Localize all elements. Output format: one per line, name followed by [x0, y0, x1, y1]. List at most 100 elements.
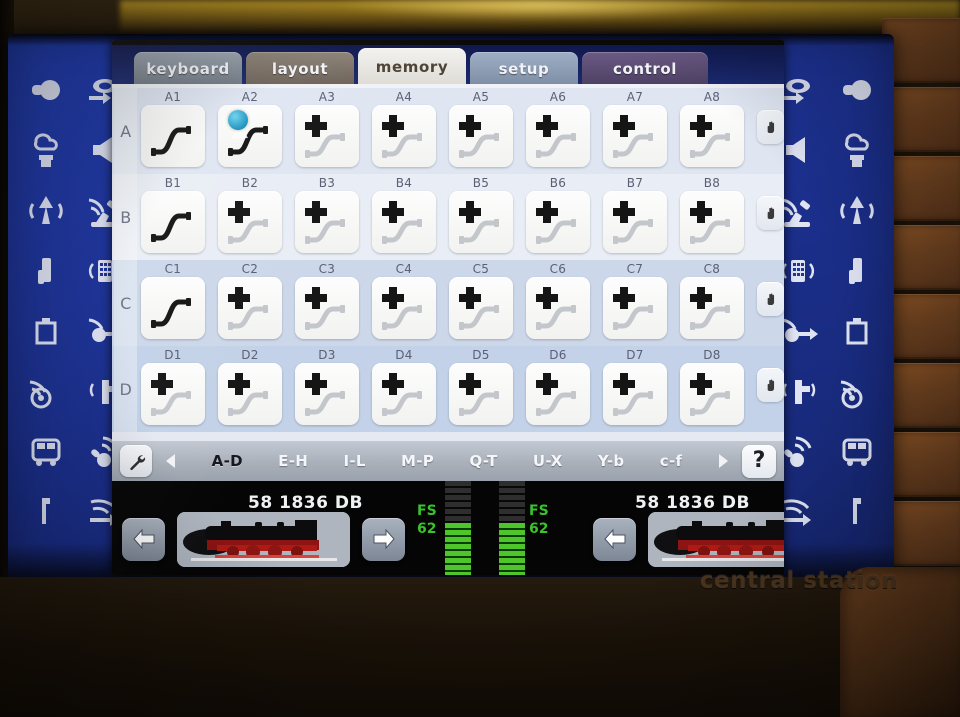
memory-cell-d6[interactable] — [525, 363, 590, 425]
telex-coupler-icon[interactable] — [26, 250, 66, 290]
turnout-curved-light-plus-icon — [227, 201, 268, 244]
row-cells: C1 C2 C3 C4 C5 C6 C7 C8 — [137, 260, 747, 339]
page-range-m-p[interactable]: M-P — [401, 452, 434, 470]
rod-icon[interactable] — [26, 490, 66, 530]
railcar-icon[interactable] — [26, 430, 66, 470]
cell-label: D8 — [703, 348, 721, 362]
loco-prev-button-left[interactable] — [122, 517, 165, 561]
smoke-generator-icon[interactable] — [26, 130, 66, 170]
speed-bar-right[interactable] — [499, 481, 525, 575]
memory-cell-a7[interactable] — [602, 105, 667, 167]
memory-cell-a8[interactable] — [679, 105, 744, 167]
memory-cell-d4[interactable] — [371, 363, 436, 425]
bell-weight-icon[interactable] — [837, 310, 877, 350]
loco-prev-button-right[interactable] — [593, 517, 636, 561]
railcar-icon[interactable] — [837, 430, 877, 470]
cell-label: A7 — [626, 90, 644, 104]
cell-label: A1 — [164, 90, 182, 104]
memory-cell-c5[interactable] — [448, 277, 513, 339]
turnout-curved-dark-icon — [150, 212, 191, 242]
memory-cell-b1[interactable] — [140, 191, 205, 253]
memory-cell-d5[interactable] — [448, 363, 513, 425]
memory-cell-c6[interactable] — [525, 277, 590, 339]
row-hand-button-c[interactable] — [757, 282, 784, 316]
device-lower-case — [0, 577, 960, 717]
telex-coupler-icon[interactable] — [837, 250, 877, 290]
memory-cell-d1[interactable] — [140, 363, 205, 425]
memory-cell-wrap: B8 — [676, 176, 747, 253]
memory-cell-c8[interactable] — [679, 277, 744, 339]
steam-whistle-icon[interactable] — [837, 190, 877, 230]
page-range-i-l[interactable]: I-L — [343, 452, 365, 470]
memory-cell-wrap: B3 — [291, 176, 362, 253]
memory-cell-wrap: A8 — [676, 90, 747, 167]
siren-icon[interactable] — [837, 370, 877, 410]
prev-page-button[interactable] — [156, 446, 186, 476]
tab-layout[interactable]: layout — [246, 52, 354, 86]
memory-cell-c1[interactable] — [140, 277, 205, 339]
speed-bar-left[interactable] — [445, 481, 471, 575]
row-hand-button-d[interactable] — [757, 368, 784, 402]
memory-cell-b8[interactable] — [679, 191, 744, 253]
siren-icon[interactable] — [26, 370, 66, 410]
memory-cell-a2[interactable] — [217, 105, 282, 167]
memory-cell-wrap: A3 — [291, 90, 362, 167]
turnout-curved-light-plus-icon — [535, 115, 576, 158]
row-letter-b: B — [114, 174, 138, 260]
page-range-a-d[interactable]: A-D — [212, 452, 243, 470]
smoke-generator-icon[interactable] — [837, 130, 877, 170]
tab-memory[interactable]: memory — [358, 48, 466, 86]
memory-cell-b4[interactable] — [371, 191, 436, 253]
memory-cell-a1[interactable] — [140, 105, 205, 167]
steam-locomotive-image-left[interactable] — [177, 511, 350, 567]
settings-button[interactable] — [120, 445, 152, 477]
memory-cell-a3[interactable] — [294, 105, 359, 167]
memory-cell-b3[interactable] — [294, 191, 359, 253]
light-on-icon[interactable] — [26, 70, 66, 110]
memory-cell-d7[interactable] — [602, 363, 667, 425]
light-on-icon[interactable] — [837, 70, 877, 110]
turnout-curved-light-plus-icon — [458, 287, 499, 330]
tab-setup[interactable]: setup — [470, 52, 578, 86]
memory-cell-b6[interactable] — [525, 191, 590, 253]
memory-cell-a6[interactable] — [525, 105, 590, 167]
page-range-q-t[interactable]: Q-T — [469, 452, 497, 470]
memory-cell-b5[interactable] — [448, 191, 513, 253]
page-range-c-f[interactable]: c-f — [660, 452, 683, 470]
turnout-curved-light-plus-icon — [150, 373, 191, 416]
memory-cell-d2[interactable] — [217, 363, 282, 425]
lamp-glare-highlight — [330, 0, 750, 20]
memory-cell-c2[interactable] — [217, 277, 282, 339]
rod-icon[interactable] — [837, 490, 877, 530]
loco-next-button-left[interactable] — [362, 517, 405, 561]
memory-cell-c4[interactable] — [371, 277, 436, 339]
steam-whistle-icon[interactable] — [26, 190, 66, 230]
next-page-button[interactable] — [708, 446, 738, 476]
memory-cell-c3[interactable] — [294, 277, 359, 339]
memory-cell-d3[interactable] — [294, 363, 359, 425]
memory-row-b: B B1 B2 B3 B4 B5 B6 B7 B8 — [112, 174, 784, 260]
tab-label: setup — [498, 60, 550, 78]
memory-cell-d8[interactable] — [679, 363, 744, 425]
memory-cell-b7[interactable] — [602, 191, 667, 253]
memory-cell-b2[interactable] — [217, 191, 282, 253]
brand-label: central station — [699, 568, 898, 594]
page-range-y-b[interactable]: Y-b — [598, 452, 625, 470]
memory-cell-a4[interactable] — [371, 105, 436, 167]
steam-locomotive-image-right[interactable] — [648, 511, 784, 567]
memory-cell-wrap: D2 — [214, 348, 285, 425]
row-hand-button-a[interactable] — [757, 110, 784, 144]
tab-control[interactable]: control — [582, 52, 708, 86]
tab-keyboard[interactable]: keyboard — [134, 52, 242, 86]
memory-cell-a5[interactable] — [448, 105, 513, 167]
cell-label: A8 — [703, 90, 721, 104]
row-letter-c: C — [114, 260, 138, 346]
page-range-e-h[interactable]: E-H — [278, 452, 308, 470]
cell-label: C3 — [318, 262, 336, 276]
bell-weight-icon[interactable] — [26, 310, 66, 350]
page-range-u-x[interactable]: U-X — [533, 452, 563, 470]
row-hand-button-b[interactable] — [757, 196, 784, 230]
help-button[interactable]: ? — [742, 444, 776, 478]
memory-cell-wrap: B1 — [137, 176, 208, 253]
memory-cell-c7[interactable] — [602, 277, 667, 339]
